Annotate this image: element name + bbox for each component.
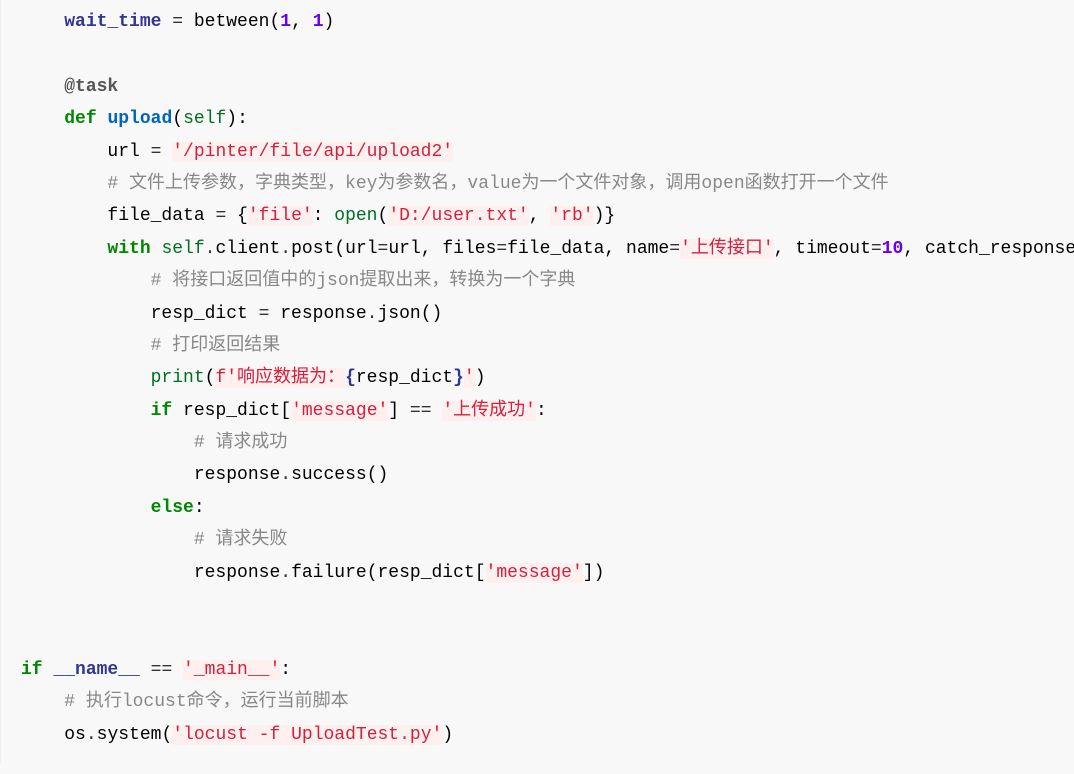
code-line: print(f'响应数据为：{resp_dict}') <box>21 368 486 388</box>
code-line: resp_dict = response.json() <box>21 304 442 324</box>
code-line: # 请求成功 <box>21 433 287 453</box>
code-line: # 打印返回结果 <box>21 336 280 356</box>
code-line: def upload(self): <box>21 109 248 129</box>
code-line: # 执行locust命令，运行当前脚本 <box>21 692 349 712</box>
code-line: # 请求失败 <box>21 530 287 550</box>
code-line: if __name__ == '_main__': <box>21 660 291 680</box>
code-line: with self.client.post(url=url, files=fil… <box>21 239 1074 259</box>
code-line: file_data = {'file': open('D:/user.txt',… <box>21 206 615 226</box>
code-line: response.success() <box>21 465 388 485</box>
code-line: # 文件上传参数，字典类型，key为参数名，value为一个文件对象，调用ope… <box>21 174 889 194</box>
code-line: url = '/pinter/file/api/upload2' <box>21 142 453 162</box>
code-line: if resp_dict['message'] == '上传成功': <box>21 401 547 421</box>
code-block: wait_time = between(1, 1) @task def uplo… <box>0 0 1074 763</box>
code-line: @task <box>21 77 118 97</box>
code-line: response.failure(resp_dict['message']) <box>21 563 604 583</box>
code-line: os.system('locust -f UploadTest.py') <box>21 725 453 745</box>
code-line: wait_time = between(1, 1) <box>21 12 334 32</box>
code-line: # 将接口返回值中的json提取出来，转换为一个字典 <box>21 271 575 291</box>
code-line: else: <box>21 498 205 518</box>
